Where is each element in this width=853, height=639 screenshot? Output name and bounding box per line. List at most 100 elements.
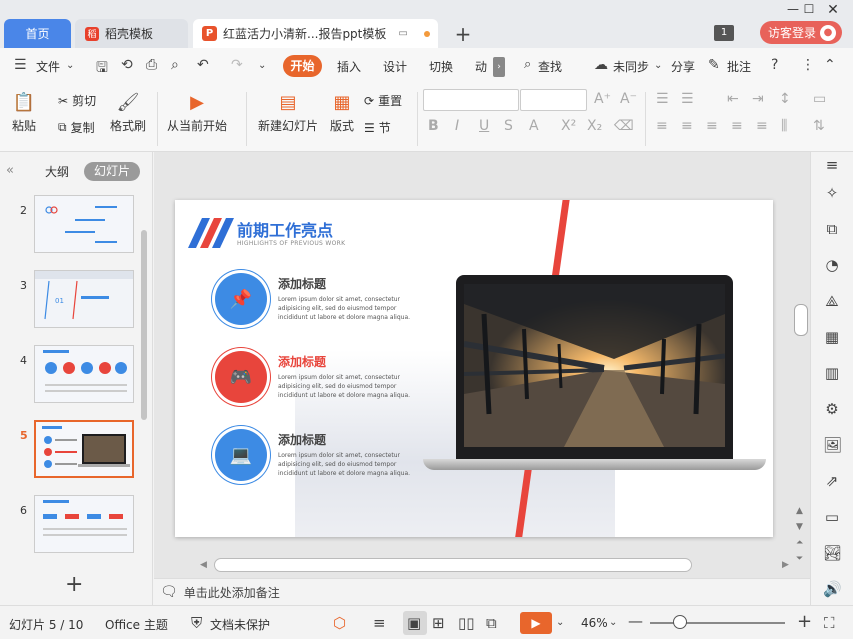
file-menu[interactable]: 文件 [36,58,60,75]
design-icon[interactable]: ⟁ [823,292,841,310]
text-box-icon[interactable]: ▭ [813,91,826,107]
next-slide-icon[interactable]: ⏷ [796,554,803,564]
bullet-list-icon[interactable]: ☰ [656,91,669,107]
increase-font-icon[interactable]: A⁺ [594,91,611,107]
scroll-up-icon[interactable]: ▲ [796,506,803,516]
slide-sorter-icon[interactable]: ⊞ [432,614,445,632]
horizontal-scrollbar[interactable] [214,558,692,572]
undo-icon[interactable]: ↶ [197,57,209,73]
sync-status[interactable]: 未同步 [613,58,649,75]
tab-transition[interactable]: 切换 [429,58,453,75]
theme-name[interactable]: Office 主题 [105,616,168,633]
tab-document[interactable]: P 红蓝活力小清新...报告ppt模板 ▭ [193,19,438,48]
share-button[interactable]: 分享 [671,58,695,75]
new-slide-button[interactable]: ▤ 新建幻灯片 [258,90,318,134]
tab-slides[interactable]: 幻灯片 [84,162,140,181]
thumbnail-scrollbar[interactable] [141,230,147,420]
reset-button[interactable]: ⟳ 重置 [364,92,402,109]
notes-area[interactable]: 🗨 单击此处添加备注 [154,578,810,605]
reading-view-icon[interactable]: ▯▯ [458,614,475,632]
magic-icon[interactable]: ✧ [823,184,841,202]
tab-insert[interactable]: 插入 [337,58,361,75]
protection-status[interactable]: 文档未保护 [210,616,270,633]
increase-indent-icon[interactable]: ⇥ [752,91,764,107]
prev-slide-icon[interactable]: ⏶ [796,538,803,548]
settings-sliders-icon[interactable]: ⚙ [823,400,841,418]
paste-button[interactable]: 📋 粘贴 [12,90,36,134]
copy-objects-icon[interactable]: ⧉ [823,220,841,238]
archive-icon[interactable]: ▭ [823,508,841,526]
chart-icon[interactable]: ▥ [823,364,841,382]
tab-start[interactable]: 开始 [283,55,322,77]
panel-menu-icon[interactable]: ≡ [823,156,841,174]
chevron-down-icon[interactable]: ⌄ [66,60,74,71]
line-spacing-icon[interactable]: ↕ [779,91,791,107]
play-from-current-button[interactable]: ▶ 从当前开始 [167,90,227,134]
zoom-dropdown-icon[interactable]: ⌄ [609,617,617,628]
cut-button[interactable]: ✂ 剪切 [58,92,96,109]
justify-icon[interactable]: ≡ [731,118,743,134]
close-icon[interactable]: ✕ [823,2,843,18]
audio-icon[interactable]: 🔊 [823,580,842,598]
scroll-right-icon[interactable]: ▶ [782,560,789,570]
numbered-list-icon[interactable]: ☰ [681,91,694,107]
pin-window-icon[interactable]: ▭ [398,28,407,39]
slide-title[interactable]: 前期工作亮点 [237,217,333,241]
slide-thumbnail-6[interactable] [34,495,134,553]
grid-icon[interactable]: ▦ [823,328,841,346]
decrease-indent-icon[interactable]: ⇤ [727,91,739,107]
notes-toggle-icon[interactable]: ≡ [373,614,386,632]
normal-view-icon[interactable]: ▣ [407,614,421,632]
smart-beautify-icon[interactable]: ⬡ [333,614,346,632]
clear-format-icon[interactable]: ⌫ [614,118,634,134]
item-title[interactable]: 添加标题 [278,275,326,292]
shapes-icon[interactable]: ◔ [823,256,841,274]
tab-design[interactable]: 设计 [383,58,407,75]
tab-animation[interactable]: 动 [475,58,487,75]
bold-icon[interactable]: B [428,118,439,134]
presenter-view-icon[interactable]: ⧉ [486,614,497,632]
comment-button[interactable]: 批注 [727,58,751,75]
save-icon[interactable]: 🖫 [96,57,108,81]
scroll-down-icon[interactable]: ▼ [796,522,803,532]
slide-thumbnail-5[interactable] [34,420,134,478]
quick-access-dropdown-icon[interactable]: ⌄ [258,60,266,71]
slide-subtitle[interactable]: HIGHLIGHTS OF PREVIOUS WORK [237,240,345,247]
font-color-icon[interactable]: A [529,118,539,134]
layout-button[interactable]: ▦ 版式 [330,90,354,134]
sync-dropdown-icon[interactable]: ⌄ [654,60,662,71]
italic-icon[interactable]: I [455,118,459,134]
print-preview-icon[interactable]: ⌕ [171,57,179,73]
collapse-panel-icon[interactable]: « [6,163,14,178]
search-icon[interactable]: ⌕ [524,57,531,72]
align-left-icon[interactable]: ≡ [656,118,668,134]
maximize-icon[interactable]: ☐ [799,2,819,16]
fit-window-icon[interactable]: ⛶ [824,614,835,632]
tabs-scroll-right-icon[interactable]: › [493,57,505,77]
help-icon[interactable]: ? [771,57,778,73]
item-body[interactable]: Lorem ipsum dolor sit amet, consectetur … [278,295,418,322]
zoom-level[interactable]: 46% [581,616,608,630]
vertical-scrollbar-thumb[interactable] [794,304,808,336]
distribute-icon[interactable]: ≡ [756,118,768,134]
slideshow-dropdown-icon[interactable]: ⌄ [556,617,564,628]
laptop-mockup[interactable] [456,275,733,460]
slide-thumbnail-3[interactable]: 01 [34,270,134,328]
columns-icon[interactable]: ⫼ [781,118,787,134]
zoom-slider-track[interactable] [650,622,785,624]
image-gallery-icon[interactable]: 🖼 [823,436,842,454]
comment-icon[interactable]: ✎ [708,57,720,73]
pin-icon[interactable]: 📌 [215,273,267,325]
item-body[interactable]: Lorem ipsum dolor sit amet, consectetur … [278,373,418,400]
window-count-badge[interactable]: 1 [714,25,734,41]
collapse-ribbon-icon[interactable]: ⌃ [824,57,836,73]
print-icon[interactable]: ⎙ [146,57,157,73]
cloud-sync-icon[interactable]: ☁ [594,57,608,73]
zoom-in-icon[interactable]: + [797,611,812,632]
align-right-icon[interactable]: ≡ [706,118,718,134]
font-name-select[interactable] [423,89,519,111]
tab-home[interactable]: 首页 [4,19,71,48]
slideshow-play-button[interactable]: ▶ [520,612,552,634]
search-button[interactable]: 查找 [538,58,562,75]
gamepad-icon[interactable]: 🎮 [215,351,267,403]
